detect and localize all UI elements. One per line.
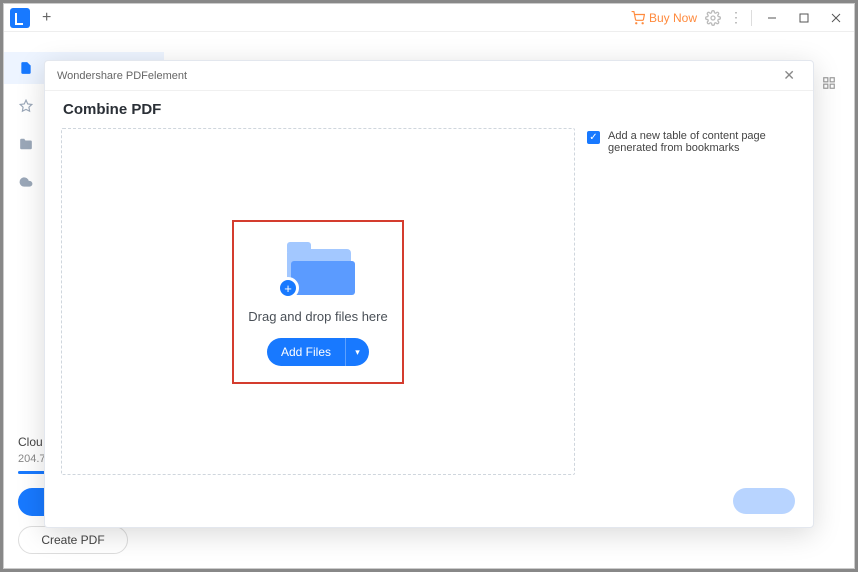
close-window-button[interactable] — [824, 8, 848, 28]
chevron-down-icon: ▾ — [355, 347, 360, 358]
toc-option-label: Add a new table of content page generate… — [608, 130, 797, 154]
app-logo-icon — [10, 8, 30, 28]
add-files-split-button: Add Files ▾ — [267, 338, 369, 366]
star-icon — [18, 98, 34, 114]
file-dropzone[interactable]: + Drag and drop files here Add Files ▾ — [61, 128, 575, 475]
modal-title: Combine PDF — [45, 91, 813, 128]
dropzone-text: Drag and drop files here — [248, 309, 387, 324]
modal-close-button[interactable]: ✕ — [777, 65, 801, 86]
apply-button[interactable] — [733, 488, 795, 514]
modal-titlebar: Wondershare PDFelement ✕ — [45, 61, 813, 91]
new-tab-button[interactable]: + — [38, 9, 55, 27]
create-pdf-label: Create PDF — [41, 533, 104, 547]
check-icon: ✓ — [589, 133, 597, 143]
cloud-icon — [18, 174, 34, 190]
create-pdf-button[interactable]: Create PDF — [18, 526, 128, 554]
grid-view-icon[interactable] — [822, 76, 836, 93]
add-files-button[interactable]: Add Files — [267, 338, 345, 366]
modal-footer — [45, 483, 813, 527]
folder-add-icon: + — [283, 245, 353, 295]
folder-icon — [18, 136, 34, 152]
minimize-button[interactable] — [760, 8, 784, 28]
main-area: R S R D Clou 204.7 Create PDF — [4, 32, 854, 568]
plus-icon: + — [277, 277, 299, 299]
titlebar: + Buy Now ⋮ — [4, 4, 854, 32]
buy-now-button[interactable]: Buy Now — [631, 11, 697, 25]
toc-checkbox[interactable]: ✓ — [587, 131, 600, 144]
dropzone-highlight: + Drag and drop files here Add Files ▾ — [234, 222, 402, 382]
combine-pdf-modal: Wondershare PDFelement ✕ Combine PDF + D… — [44, 60, 814, 528]
document-icon — [18, 60, 34, 76]
buy-now-label: Buy Now — [649, 11, 697, 25]
menu-button[interactable]: ⋮ — [729, 9, 743, 26]
cart-icon — [631, 11, 645, 25]
maximize-button[interactable] — [792, 8, 816, 28]
app-window: + Buy Now ⋮ R S — [3, 3, 855, 569]
add-files-dropdown[interactable]: ▾ — [345, 338, 369, 366]
options-panel: ✓ Add a new table of content page genera… — [587, 128, 797, 475]
modal-app-title: Wondershare PDFelement — [57, 70, 187, 82]
settings-icon[interactable] — [705, 10, 721, 26]
